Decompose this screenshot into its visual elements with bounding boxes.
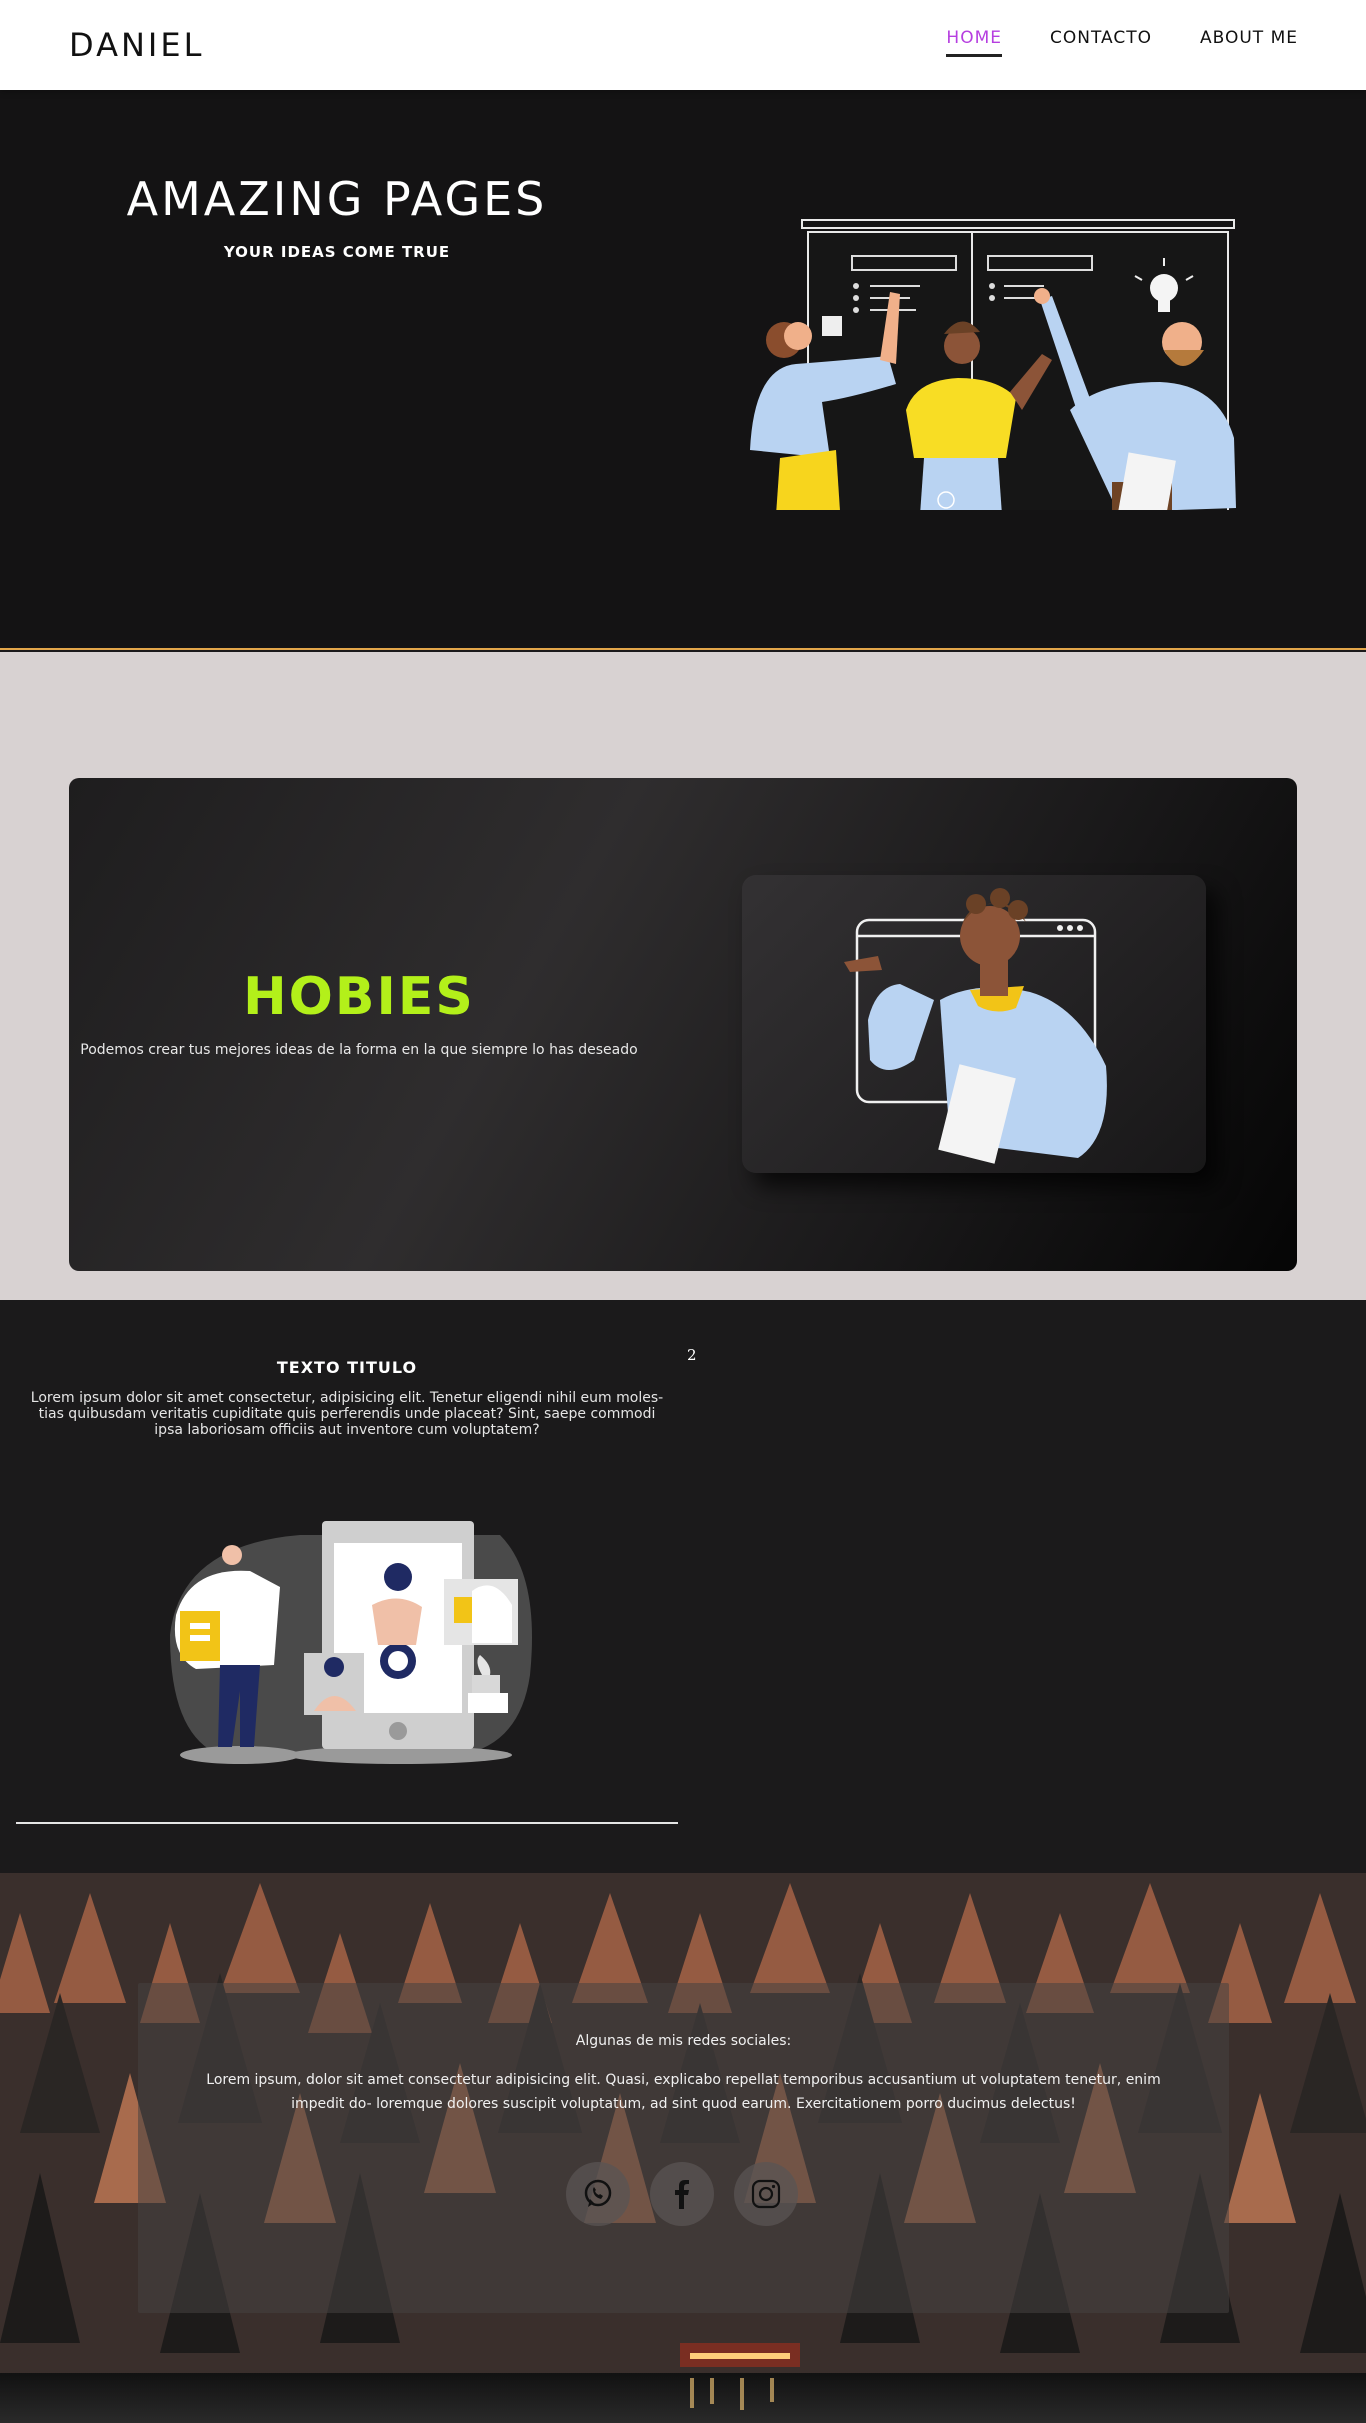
social-body: Lorem ipsum, dolor sit amet consectetur … xyxy=(206,2072,1161,2112)
instagram-button[interactable] xyxy=(734,2162,798,2226)
counter-number: 2 xyxy=(687,1346,697,1364)
section-divider xyxy=(16,1822,678,1824)
instagram-icon xyxy=(751,2179,781,2209)
hero-subtitle: YOUR IDEAS COME TRUE xyxy=(223,243,451,261)
nav-link-about-me[interactable]: ABOUT ME xyxy=(1200,28,1298,57)
top-navbar: DANIEL HOME CONTACTO ABOUT ME xyxy=(0,0,1366,90)
nav-link-home[interactable]: HOME xyxy=(946,28,1002,57)
facebook-button[interactable] xyxy=(650,2162,714,2226)
mobile-meeting-illustration xyxy=(170,1521,532,1764)
hobies-title: HOBIES xyxy=(243,967,475,1027)
hobies-description: Podemos crear tus mejores ideas de la fo… xyxy=(80,1042,638,1058)
nav-links: HOME CONTACTO ABOUT ME xyxy=(946,28,1298,57)
facebook-icon xyxy=(675,2180,689,2209)
social-title: Algunas de mis redes sociales: xyxy=(575,2033,792,2049)
social-icons xyxy=(566,2162,798,2226)
nav-link-contacto[interactable]: CONTACTO xyxy=(1050,28,1152,57)
texto-body: Lorem ipsum dolor sit amet consectetur, … xyxy=(30,1390,664,1438)
hero-title: AMAZING PAGES xyxy=(126,172,548,226)
whatsapp-button[interactable] xyxy=(566,2162,630,2226)
texto-title: TEXTO TITULO xyxy=(276,1358,418,1377)
page: DANIEL HOME CONTACTO ABOUT ME AMAZING PA… xyxy=(0,0,1366,2423)
whatsapp-icon xyxy=(584,2179,612,2207)
man-in-browser-illustration xyxy=(844,888,1107,1164)
team-whiteboard-illustration xyxy=(750,219,1236,510)
site-logo[interactable]: DANIEL xyxy=(69,26,204,64)
